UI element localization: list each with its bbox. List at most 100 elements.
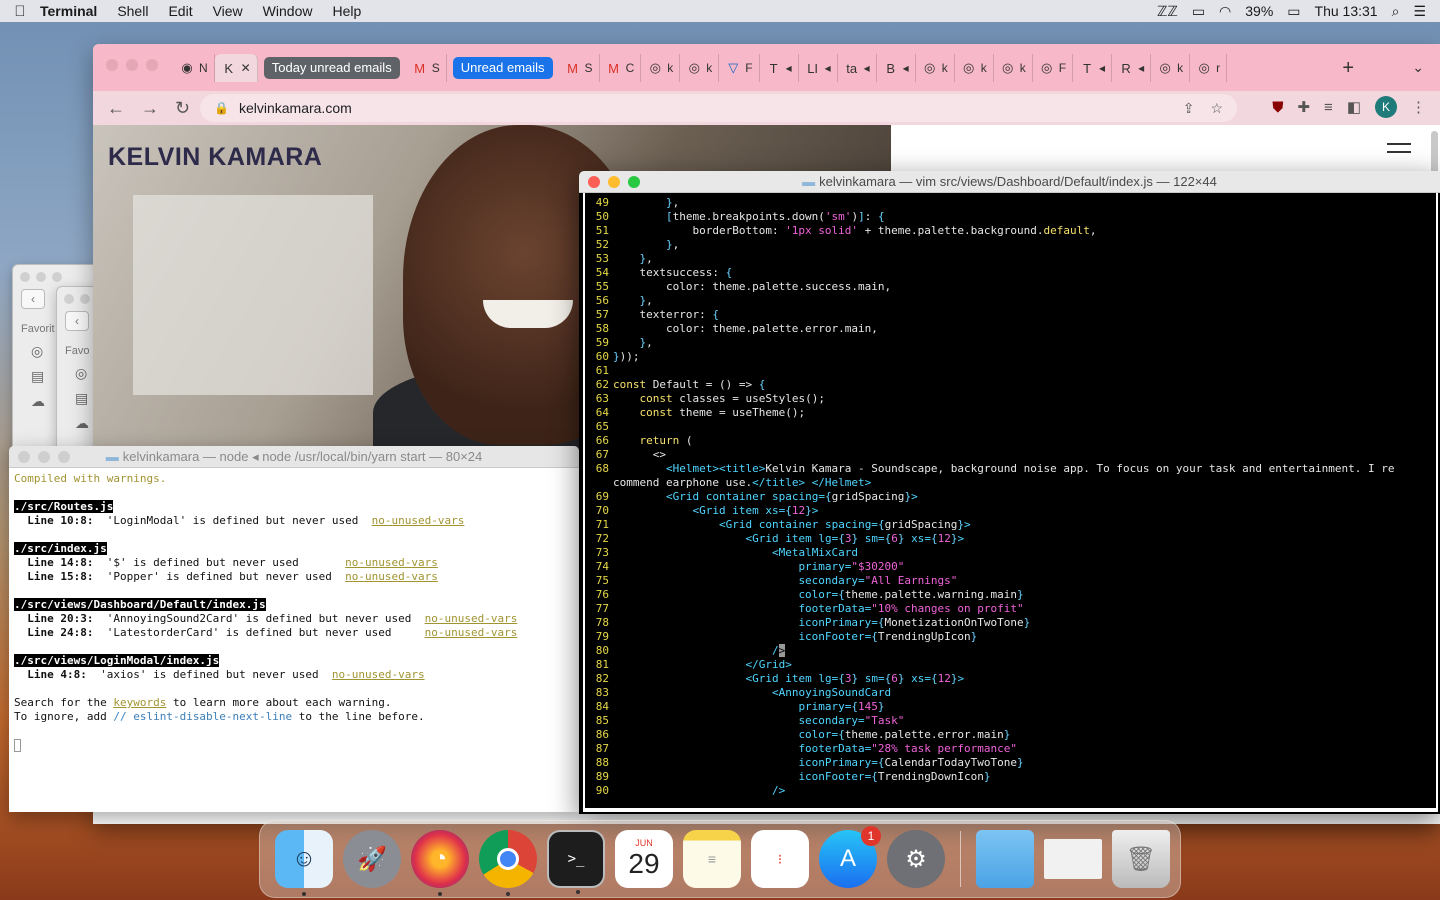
close-tab-icon[interactable]: ✕ [241, 61, 251, 75]
vim-line[interactable]: 61 [585, 364, 1436, 378]
vim-line[interactable]: 83 <AnnoyingSoundCard [585, 686, 1436, 700]
vim-buffer[interactable]: 49 }, 50 [theme.breakpoints.down('sm')]: … [585, 193, 1436, 798]
vim-line[interactable]: 72 <Grid item lg={3} sm={6} xs={12}> [585, 532, 1436, 546]
lock-icon[interactable]: 🔒 [214, 101, 229, 115]
tab[interactable]: T ◂ [1073, 54, 1113, 82]
firefox-dock-icon[interactable]: ◔ [411, 830, 469, 896]
battery-icon[interactable]: ▭ [1287, 3, 1300, 20]
vim-line[interactable]: 76 color={theme.palette.warning.main} [585, 588, 1436, 602]
terminal-dock-icon[interactable]: >_ [547, 830, 605, 894]
media-controls-icon[interactable]: ≡ [1324, 99, 1333, 116]
spotlight-search-icon[interactable]: ⌕ [1392, 3, 1400, 20]
site-logo[interactable]: KELVIN KAMARA [108, 143, 322, 172]
chevron-down-icon[interactable]: ⌄ [1412, 59, 1424, 76]
launchpad-dock-icon[interactable]: 🚀 [343, 830, 401, 888]
vim-line[interactable]: 51 borderBottom: '1px solid' + theme.pal… [585, 224, 1436, 238]
tab[interactable]: R ◂ [1112, 54, 1152, 82]
vim-line[interactable]: 73 <MetalMixCard [585, 546, 1436, 560]
vim-line[interactable]: 82 <Grid item lg={3} sm={6} xs={12}> [585, 672, 1436, 686]
vim-line[interactable]: 53 }, [585, 252, 1436, 266]
vim-line[interactable]: 60})); [585, 350, 1436, 364]
terminal-titlebar[interactable]: ▬ kelvinkamara — vim src/views/Dashboard/… [579, 171, 1440, 193]
vim-line[interactable]: 74 primary="$30200" [585, 560, 1436, 574]
tab[interactable]: ◎ k [1151, 54, 1191, 82]
tab[interactable]: ▽ F [719, 54, 760, 82]
terminal-node-window[interactable]: ▬ kelvinkamara — node ◂ node /usr/local/b… [9, 446, 579, 812]
tab[interactable]: M S [406, 54, 447, 82]
tab[interactable]: B ◂ [877, 54, 916, 82]
terminal-titlebar[interactable]: ▬ kelvinkamara — node ◂ node /usr/local/b… [9, 446, 579, 468]
address-url[interactable]: kelvinkamara.com [239, 100, 352, 116]
chrome-dock-icon[interactable] [479, 830, 537, 896]
minimize-window-button[interactable] [608, 176, 620, 188]
tab[interactable]: ◎ k [916, 54, 955, 82]
vim-line[interactable]: 85 secondary="Task" [585, 714, 1436, 728]
system-preferences-dock-icon[interactable]: ⚙ [887, 830, 945, 888]
close-window-button[interactable] [588, 176, 600, 188]
forward-arrow-icon[interactable]: → [141, 98, 159, 119]
tab[interactable]: ta ◂ [838, 54, 877, 82]
tab-active[interactable]: K ✕ [214, 54, 258, 82]
vim-line[interactable]: 67 <> [585, 448, 1436, 462]
vim-line[interactable]: 70 <Grid item xs={12}> [585, 504, 1436, 518]
more-menu-icon[interactable]: ⋮ [1411, 98, 1426, 116]
close-window-button[interactable] [18, 451, 30, 463]
vim-line[interactable]: 58 color: theme.palette.error.main, [585, 322, 1436, 336]
menu-edit[interactable]: Edit [168, 3, 192, 19]
finder-dock-icon[interactable]: ☺ [275, 830, 333, 896]
minimize-window-button[interactable] [126, 59, 138, 71]
wifi-icon[interactable]: ◠ [1219, 3, 1231, 20]
vim-line[interactable]: 84 primary={145} [585, 700, 1436, 714]
side-panel-icon[interactable]: ◧ [1347, 98, 1361, 116]
vim-line[interactable]: 64 const theme = useTheme(); [585, 406, 1436, 420]
vim-line[interactable]: 86 color={theme.palette.error.main} [585, 728, 1436, 742]
vim-line[interactable]: 54 textsuccess: { [585, 266, 1436, 280]
vim-line[interactable]: 49 }, [585, 196, 1436, 210]
terminal-vim-window[interactable]: ▬ kelvinkamara — vim src/views/Dashboard/… [579, 171, 1440, 814]
new-tab-icon[interactable]: + [1342, 57, 1354, 80]
control-center-icon[interactable]: ☰ [1413, 3, 1426, 20]
hamburger-menu-icon[interactable] [1387, 143, 1411, 159]
back-icon[interactable]: ‹ [65, 311, 89, 331]
terminal-output[interactable]: Compiled with warnings. ./src/Routes.js … [9, 468, 579, 756]
vim-line[interactable]: 77 footerData="10% changes on profit" [585, 602, 1436, 616]
vim-line[interactable]: 87 footerData="28% task performance" [585, 742, 1436, 756]
vim-line[interactable]: 89 iconFooter={TrendingDownIcon} [585, 770, 1436, 784]
vim-line[interactable]: 81 </Grid> [585, 658, 1436, 672]
back-icon[interactable]: ‹ [21, 289, 45, 309]
menu-view[interactable]: View [213, 3, 243, 19]
puzzle-extensions-icon[interactable]: ✚ [1297, 98, 1310, 116]
tab[interactable]: ◉ N [173, 54, 215, 82]
folder-dock-icon[interactable] [976, 830, 1034, 888]
menubar-clock[interactable]: Thu 13:31 [1315, 3, 1378, 19]
zoom-window-button[interactable] [146, 59, 158, 71]
airplay-icon[interactable]: ▭ [1192, 3, 1205, 20]
tab[interactable]: ◎ F [1033, 54, 1074, 82]
vim-line[interactable]: 75 secondary="All Earnings" [585, 574, 1436, 588]
tab[interactable]: T ◂ [760, 54, 799, 82]
trash-dock-icon[interactable]: 🗑 [1112, 830, 1170, 888]
tab[interactable]: ◎ k [955, 54, 994, 82]
vim-line[interactable]: 50 [theme.breakpoints.down('sm')]: { [585, 210, 1436, 224]
vim-line[interactable]: 56 }, [585, 294, 1436, 308]
apple-menu-icon[interactable]:  [0, 3, 40, 20]
zz-status-icon[interactable]: ℤℤ [1157, 3, 1178, 20]
tab[interactable]: ◎ k [680, 54, 720, 82]
vim-line[interactable]: 52 }, [585, 238, 1436, 252]
vim-line[interactable]: 59 }, [585, 336, 1436, 350]
notes-dock-icon[interactable]: ≡ [683, 830, 741, 888]
vim-line[interactable]: 55 color: theme.palette.success.main, [585, 280, 1436, 294]
reminders-dock-icon[interactable]: ⁝ [751, 830, 809, 888]
vim-line[interactable]: 68 <Helmet><title>Kelvin Kamara - Sounds… [585, 462, 1436, 476]
vim-line[interactable]: 88 iconPrimary={CalendarTodayTwoTone} [585, 756, 1436, 770]
menu-window[interactable]: Window [263, 3, 313, 19]
minimize-window-button[interactable] [38, 451, 50, 463]
address-bar[interactable]: 🔒 kelvinkamara.com ⇪ ☆ [200, 94, 1237, 122]
vim-line[interactable]: 79 iconFooter={TrendingUpIcon} [585, 630, 1436, 644]
menu-shell[interactable]: Shell [117, 3, 148, 19]
keywords-link[interactable]: keywords [113, 696, 166, 709]
vim-line[interactable]: 57 texterror: { [585, 308, 1436, 322]
vim-line[interactable]: 63 const classes = useStyles(); [585, 392, 1436, 406]
close-window-button[interactable] [106, 59, 118, 71]
menu-app-name[interactable]: Terminal [40, 3, 97, 19]
